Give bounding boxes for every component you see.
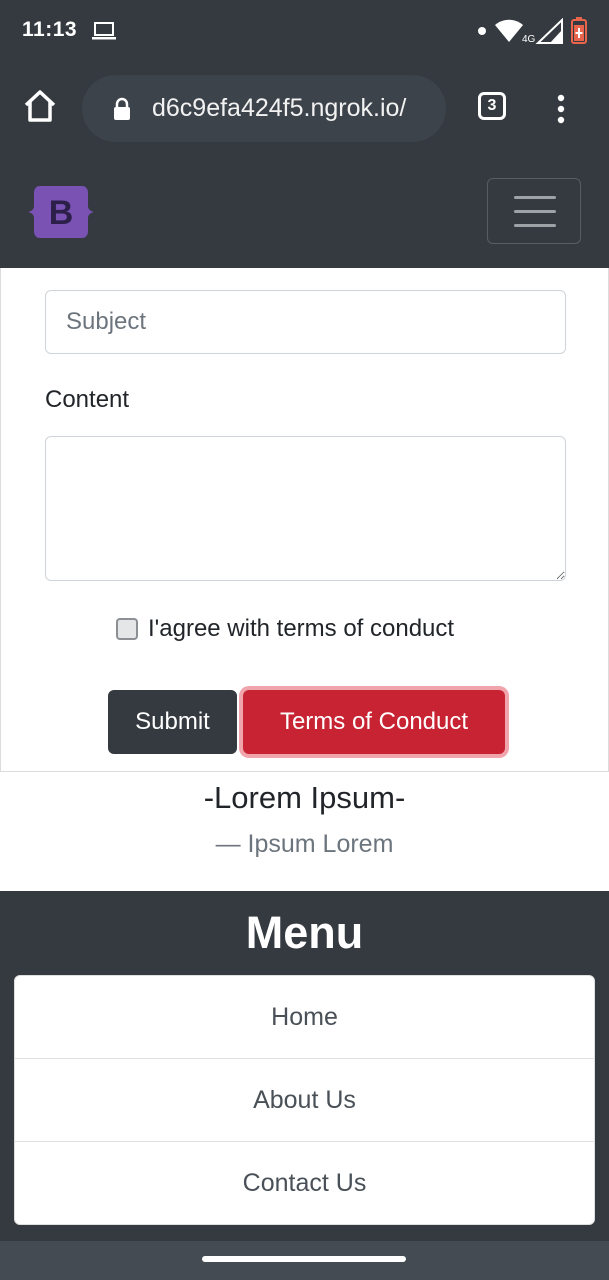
- contact-form-card: Content I'agree with terms of conduct Su…: [0, 268, 609, 772]
- battery-icon: [571, 17, 587, 44]
- quote-footer: — Ipsum Lorem: [215, 830, 394, 858]
- status-bar: 11:13 4G: [0, 0, 609, 64]
- navbar-toggle-button[interactable]: [487, 178, 581, 244]
- lock-icon: [114, 97, 130, 120]
- gesture-handle[interactable]: [202, 1256, 406, 1262]
- bootstrap-logo[interactable]: B: [26, 184, 96, 240]
- subject-input[interactable]: [45, 290, 566, 354]
- agree-label[interactable]: I'agree with terms of conduct: [148, 615, 454, 643]
- site-navbar: B: [0, 158, 609, 268]
- network-type-label: 4G: [522, 34, 536, 44]
- hamburger-icon: [514, 196, 556, 199]
- menu-item-about-us[interactable]: About Us: [15, 1059, 594, 1142]
- agree-checkbox[interactable]: [116, 618, 138, 640]
- footer-menu-section: Menu Home About Us Contact Us: [0, 891, 609, 1241]
- system-navigation-bar: [0, 1241, 609, 1280]
- notification-dot-icon: [478, 27, 486, 35]
- url-text: d6c9efa424f5.ngrok.io/: [152, 94, 407, 122]
- wifi-icon: [495, 19, 523, 42]
- menu-list: Home About Us Contact Us: [14, 975, 595, 1225]
- overflow-menu-icon[interactable]: [555, 94, 567, 124]
- address-bar[interactable]: d6c9efa424f5.ngrok.io/: [82, 75, 446, 142]
- browser-toolbar: d6c9efa424f5.ngrok.io/ 3: [0, 64, 609, 158]
- content-textarea[interactable]: [45, 436, 566, 581]
- home-icon[interactable]: [22, 88, 58, 124]
- laptop-icon: [92, 22, 116, 40]
- cell-signal-icon: 4G: [522, 18, 563, 44]
- terms-of-conduct-button[interactable]: Terms of Conduct: [243, 690, 505, 754]
- hamburger-icon: [514, 210, 556, 213]
- quote-title: -Lorem Ipsum-: [203, 780, 406, 815]
- content-label: Content: [45, 386, 130, 413]
- menu-title: Menu: [245, 907, 364, 958]
- brand-letter: B: [49, 194, 74, 232]
- tabs-icon[interactable]: 3: [478, 92, 506, 120]
- status-time: 11:13: [22, 18, 78, 41]
- submit-button[interactable]: Submit: [108, 690, 237, 754]
- menu-item-contact-us[interactable]: Contact Us: [15, 1142, 594, 1224]
- hamburger-icon: [514, 224, 556, 227]
- agree-row: I'agree with terms of conduct: [116, 614, 454, 644]
- menu-item-home[interactable]: Home: [15, 976, 594, 1059]
